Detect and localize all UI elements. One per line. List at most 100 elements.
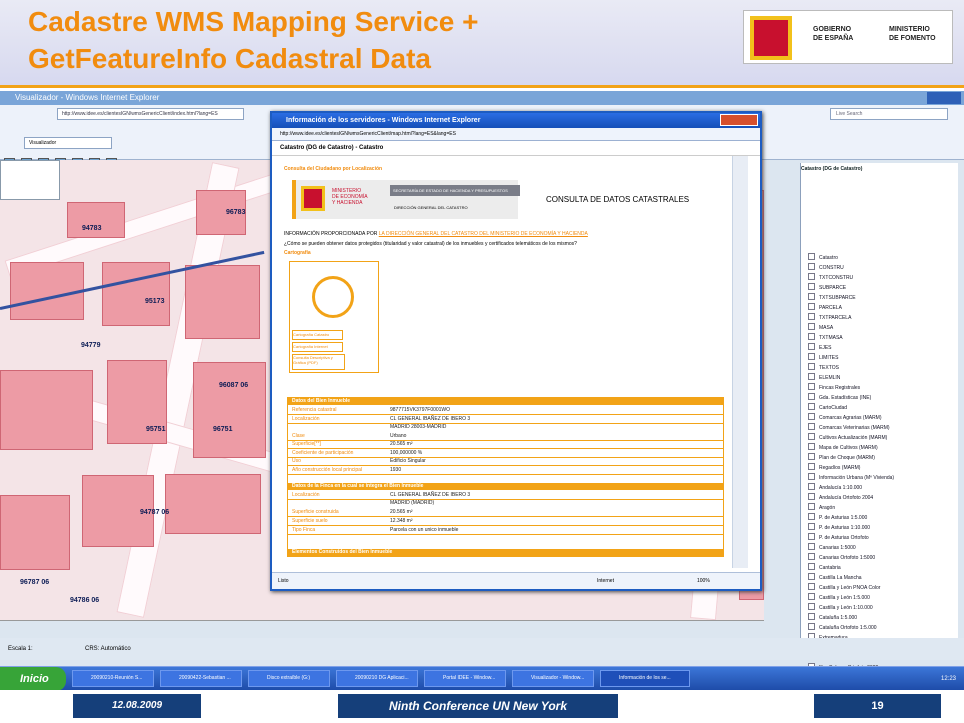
layer-item[interactable]: Información Urbana (Mº Vivienda) [808, 473, 894, 483]
layer-item[interactable]: SUBPARCE [808, 283, 846, 293]
search-box[interactable]: Live Search [830, 108, 948, 120]
checkbox-icon[interactable] [808, 593, 815, 600]
layer-item[interactable]: CartoCiudad [808, 403, 847, 413]
checkbox-icon[interactable] [808, 273, 815, 280]
layer-item[interactable]: Canarias Ortofoto 1:5000 [808, 553, 875, 563]
layer-item[interactable]: Cataluña Ortofoto 1:5.000 [808, 623, 877, 633]
layer-item[interactable]: CONSTRU [808, 263, 844, 273]
checkbox-icon[interactable] [808, 263, 815, 270]
taskbar-button[interactable]: 20090422-Sebastian ... [160, 670, 242, 687]
taskbar-button[interactable]: 20090210 DG Aplicaci... [336, 670, 418, 687]
checkbox-icon[interactable] [808, 363, 815, 370]
layer-item[interactable]: Andalucía Ortofoto 2004 [808, 493, 873, 503]
checkbox-icon[interactable] [808, 623, 815, 630]
crs-selector[interactable]: CRS: Automático [85, 638, 131, 660]
checkbox-icon[interactable] [808, 583, 815, 590]
layer-item[interactable]: Castilla La Mancha [808, 573, 862, 583]
checkbox-icon[interactable] [808, 463, 815, 470]
layer-item[interactable]: Aragón [808, 503, 835, 513]
checkbox-icon[interactable] [808, 573, 815, 580]
layer-item[interactable]: Comarcas Agrarias (MARM) [808, 413, 882, 423]
checkbox-icon[interactable] [808, 563, 815, 570]
checkbox-icon[interactable] [808, 413, 815, 420]
taskbar-button[interactable]: Visualizador - Window... [512, 670, 594, 687]
layer-item[interactable]: Fincas Registrales [808, 383, 860, 393]
layer-item[interactable]: Cantabria [808, 563, 841, 573]
checkbox-icon[interactable] [808, 473, 815, 480]
checkbox-icon[interactable] [808, 493, 815, 500]
checkbox-icon[interactable] [808, 423, 815, 430]
map-label: 96087 06 [219, 382, 249, 389]
layer-root[interactable]: Catastro (DG de Catastro) [801, 164, 957, 174]
browser-tab[interactable]: Visualizador [24, 137, 112, 149]
popup-scrollbar[interactable] [732, 156, 748, 568]
layer-item[interactable]: ELEMLIN [808, 373, 840, 383]
checkbox-icon[interactable] [808, 513, 815, 520]
checkbox-icon[interactable] [808, 443, 815, 450]
checkbox-icon[interactable] [808, 373, 815, 380]
magnifier-icon[interactable] [312, 276, 354, 318]
checkbox-icon[interactable] [808, 383, 815, 390]
address-bar[interactable]: http://www.idee.es/clientesIGN/wmsGeneri… [57, 108, 244, 120]
checkbox-icon[interactable] [808, 293, 815, 300]
checkbox-icon[interactable] [808, 543, 815, 550]
layer-item[interactable]: Andalucía 1:10.000 [808, 483, 862, 493]
popup-address-bar[interactable]: http://www.idee.es/clientesIGN/wmsGeneri… [272, 128, 760, 141]
layer-item[interactable]: Castilla y León 1:10.000 [808, 603, 873, 613]
checkbox-icon[interactable] [808, 603, 815, 610]
layer-item[interactable]: P. de Asturias 1:10.000 [808, 523, 870, 533]
checkbox-icon[interactable] [808, 253, 815, 260]
checkbox-icon[interactable] [808, 353, 815, 360]
checkbox-icon[interactable] [808, 483, 815, 490]
layer-item[interactable]: TEXTOS [808, 363, 839, 373]
layer-item[interactable]: TXTMASA [808, 333, 843, 343]
taskbar-button[interactable]: Portal IDEE - Window... [424, 670, 506, 687]
layer-item[interactable]: Cataluña 1:5.000 [808, 613, 857, 623]
layer-item[interactable]: LIMITES [808, 353, 838, 363]
checkbox-icon[interactable] [808, 313, 815, 320]
layer-item[interactable]: TXTSUBPARCE [808, 293, 856, 303]
layer-label: TXTPARCELA [819, 315, 852, 321]
layer-item[interactable]: TXTPARCELA [808, 313, 851, 323]
checkbox-icon[interactable] [808, 613, 815, 620]
checkbox-icon[interactable] [808, 523, 815, 530]
checkbox-icon[interactable] [808, 553, 815, 560]
layer-item[interactable]: Castilla y León 1:5.000 [808, 593, 870, 603]
layer-item[interactable]: MASA [808, 323, 833, 333]
checkbox-icon[interactable] [808, 453, 815, 460]
window-controls[interactable] [927, 92, 961, 104]
layer-item[interactable]: Comarcas Veterinarias (MARM) [808, 423, 890, 433]
layer-item[interactable]: TXTCONSTRU [808, 273, 853, 283]
layer-item[interactable]: Cultivos Actualización (MARM) [808, 433, 887, 443]
checkbox-icon[interactable] [808, 433, 815, 440]
layer-item[interactable]: Canarias 1:5000 [808, 543, 856, 553]
cartography-link[interactable]: Cartografía Catastro [292, 330, 343, 340]
checkbox-icon[interactable] [808, 403, 815, 410]
layer-item[interactable]: Mapa de Cultivos (MARM) [808, 443, 878, 453]
taskbar-button[interactable]: 20090210-Reunión S... [72, 670, 154, 687]
start-button[interactable]: Inicio [0, 667, 66, 690]
checkbox-icon[interactable] [808, 503, 815, 510]
checkbox-icon[interactable] [808, 343, 815, 350]
layer-item[interactable]: Catastro [808, 253, 838, 263]
popup-close-icon[interactable] [720, 114, 758, 126]
checkbox-icon[interactable] [808, 303, 815, 310]
checkbox-icon[interactable] [808, 323, 815, 330]
checkbox-icon[interactable] [808, 333, 815, 340]
layer-item[interactable]: Gda. Estadísticas (INE) [808, 393, 871, 403]
layer-item[interactable]: Castilla y León PNOA Color [808, 583, 880, 593]
layer-item[interactable]: P. de Asturias 1:5.000 [808, 513, 867, 523]
checkbox-icon[interactable] [808, 393, 815, 400]
layer-item[interactable]: EJES [808, 343, 832, 353]
checkbox-icon[interactable] [808, 283, 815, 290]
active-taskbar-button[interactable]: Información de los se... [600, 670, 690, 687]
info-link[interactable]: LA DIRECCIÓN GENERAL DEL CATASTRO DEL MI… [379, 231, 588, 237]
layer-item[interactable]: PARCELA [808, 303, 842, 313]
pdf-query-link[interactable]: Consulta Descriptiva y Gráfica (PDF) [292, 354, 345, 370]
internet-cartography-link[interactable]: Cartografía Internet [292, 342, 343, 352]
checkbox-icon[interactable] [808, 533, 815, 540]
layer-item[interactable]: P. de Asturias Ortofoto [808, 533, 869, 543]
layer-item[interactable]: Plan de Choque (MARM) [808, 453, 875, 463]
taskbar-button[interactable]: Disco extraíble (G:) [248, 670, 330, 687]
layer-item[interactable]: Regadíos (MARM) [808, 463, 860, 473]
